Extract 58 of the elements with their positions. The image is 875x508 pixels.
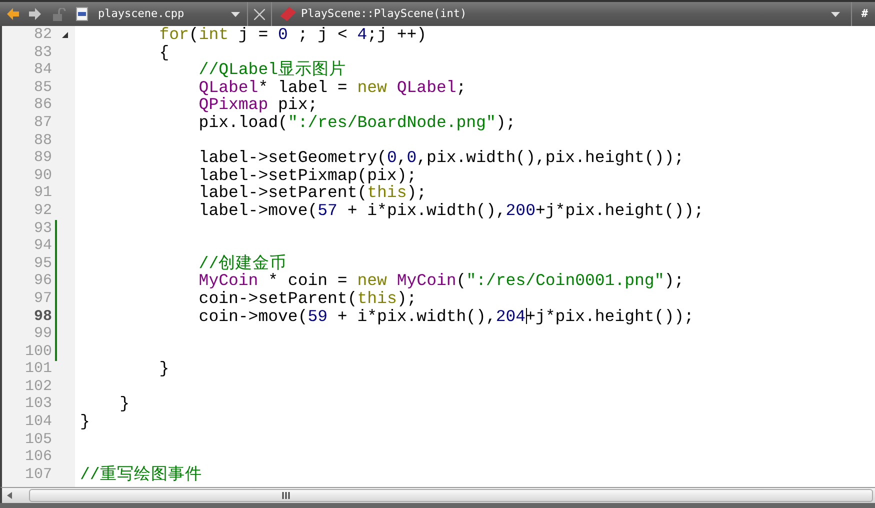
code-line: }	[80, 413, 91, 431]
file-name-label: playscene.cpp	[98, 6, 186, 22]
scrollbar-thumb[interactable]	[29, 489, 873, 502]
line-number: 97	[32, 290, 52, 308]
code-line: label->setParent(this);	[198, 184, 428, 202]
code-line: coin->setParent(this);	[198, 290, 418, 308]
back-icon[interactable]	[7, 8, 19, 20]
line-number: 85	[32, 78, 52, 96]
line-number: 82	[32, 26, 52, 44]
code-line: coin->move(59 + i*pix.width(),204+j*pix.height());	[198, 308, 695, 326]
line-number: 90	[32, 166, 52, 184]
code-line: label->move(57 + i*pix.width(),200+j*pix.height());	[198, 202, 705, 220]
code-line: label->setGeometry(0,0,pix.width(),pix.height());	[198, 149, 685, 167]
code-line: QPixmap pix;	[198, 96, 319, 114]
line-number: 104	[24, 413, 52, 431]
forward-icon[interactable]	[29, 8, 41, 20]
code-line: }	[118, 395, 130, 414]
code-line: //QLabel显示图片	[198, 61, 348, 79]
line-number: 86	[32, 96, 52, 114]
dropdown-caret-icon[interactable]	[831, 12, 840, 16]
close-icon[interactable]	[254, 8, 265, 20]
line-number: 93	[32, 220, 52, 238]
code-line: {	[158, 44, 170, 62]
code-line: MyCoin * coin = new MyCoin(":/res/Coin0001.png");	[198, 272, 686, 290]
line-number: 87	[32, 114, 52, 132]
line-number: 94	[32, 237, 52, 255]
fold-icon[interactable]	[62, 32, 68, 38]
dropdown-caret-icon[interactable]	[231, 12, 240, 16]
line-number: 91	[32, 184, 52, 202]
code-line: pix.load(":/res/BoardNode.png");	[198, 114, 517, 132]
code-line: //创建金币	[198, 254, 288, 272]
line-number: 84	[32, 61, 52, 79]
file-icon	[76, 7, 88, 21]
line-number: 102	[24, 378, 52, 396]
line-number: 101	[24, 360, 52, 378]
line-number: 100	[24, 342, 52, 360]
line-number: 83	[32, 44, 52, 62]
diamond-icon	[280, 7, 296, 21]
line-number: 96	[32, 272, 52, 290]
line-number: 107	[24, 466, 52, 484]
line-number: 99	[32, 325, 52, 343]
line-number: 89	[32, 149, 52, 167]
code-line: label->setPixmap(pix);	[198, 166, 418, 184]
line-number: 95	[32, 254, 52, 272]
line-number: 88	[32, 132, 52, 150]
line-number: 105	[24, 430, 52, 448]
hash-button[interactable]: #	[861, 6, 868, 22]
line-number: 92	[32, 202, 52, 220]
grip-icon	[282, 492, 290, 499]
line-number: 106	[24, 448, 52, 466]
code-line: for(int j = 0 ; j < 4;j ++)	[158, 26, 428, 44]
code-line: }	[158, 360, 170, 378]
line-number: 103	[24, 395, 52, 414]
code-line: //重写绘图事件	[80, 466, 203, 484]
scroll-left-icon[interactable]	[7, 492, 13, 499]
function-name-label: PlayScene::PlayScene(int)	[301, 6, 468, 22]
line-number: 98	[32, 308, 52, 326]
code-line: QLabel* label = new QLabel;	[198, 78, 468, 96]
